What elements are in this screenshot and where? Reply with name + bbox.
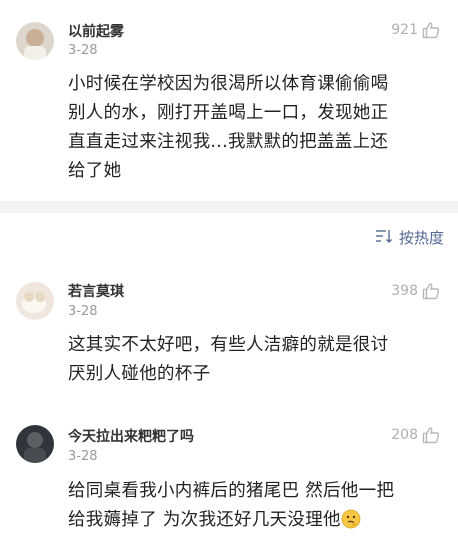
like-button[interactable]: 208 [391, 426, 440, 444]
sort-label: 按热度 [398, 229, 444, 247]
thumb-up-icon [422, 21, 440, 39]
like-count: 921 [391, 22, 418, 38]
text-line: 厌别人碰他的杯子 [68, 364, 211, 384]
text-line: 直直走过来注视我...我默默的把盖盖上还 [68, 132, 389, 152]
sort-by-hot-button[interactable]: 按热度 [375, 227, 444, 248]
text-line: 小时候在学校因为很渴所以体育课偷偷喝 [68, 74, 389, 94]
like-button[interactable]: 398 [391, 282, 440, 300]
comment-date: 3-28 [68, 449, 98, 464]
avatar[interactable] [16, 425, 54, 463]
comment-text: 这其实不太好吧，有些人洁癖的就是很讨 厌别人碰他的杯子 [68, 331, 436, 389]
avatar[interactable] [16, 282, 54, 320]
like-count: 208 [391, 427, 418, 443]
comment-text: 小时候在学校因为很渴所以体育课偷偷喝 别人的水，刚打开盖喝上一口，发现她正 直直… [68, 70, 436, 186]
sort-icon [375, 229, 393, 247]
text-line-content: 给我薅掉了 为次我还好几天没理他 [68, 510, 341, 530]
avatar[interactable] [16, 22, 54, 60]
thumb-up-icon [422, 426, 440, 444]
text-line: 这其实不太好吧，有些人洁癖的就是很讨 [68, 335, 389, 355]
username[interactable]: 今天拉出来粑粑了吗 [68, 426, 194, 446]
like-button[interactable]: 921 [391, 21, 440, 39]
comment-date: 3-28 [68, 304, 98, 319]
username[interactable]: 若言莫琪 [68, 281, 124, 301]
text-line: 给了她 [68, 161, 122, 181]
thumb-up-icon [422, 282, 440, 300]
text-line: 给同桌看我小内裤后的猪尾巴 然后他一把 [68, 481, 395, 501]
comment-text: 给同桌看我小内裤后的猪尾巴 然后他一把 给我薅掉了 为次我还好几天没理他 [68, 477, 436, 539]
like-count: 398 [391, 283, 418, 299]
comment-date: 3-28 [68, 43, 98, 58]
section-divider [0, 201, 458, 213]
thinking-emoji-icon [341, 509, 361, 539]
text-line: 别人的水，刚打开盖喝上一口，发现她正 [68, 103, 389, 123]
text-line: 给我薅掉了 为次我还好几天没理他 [68, 506, 436, 539]
username[interactable]: 以前起雾 [68, 21, 124, 41]
